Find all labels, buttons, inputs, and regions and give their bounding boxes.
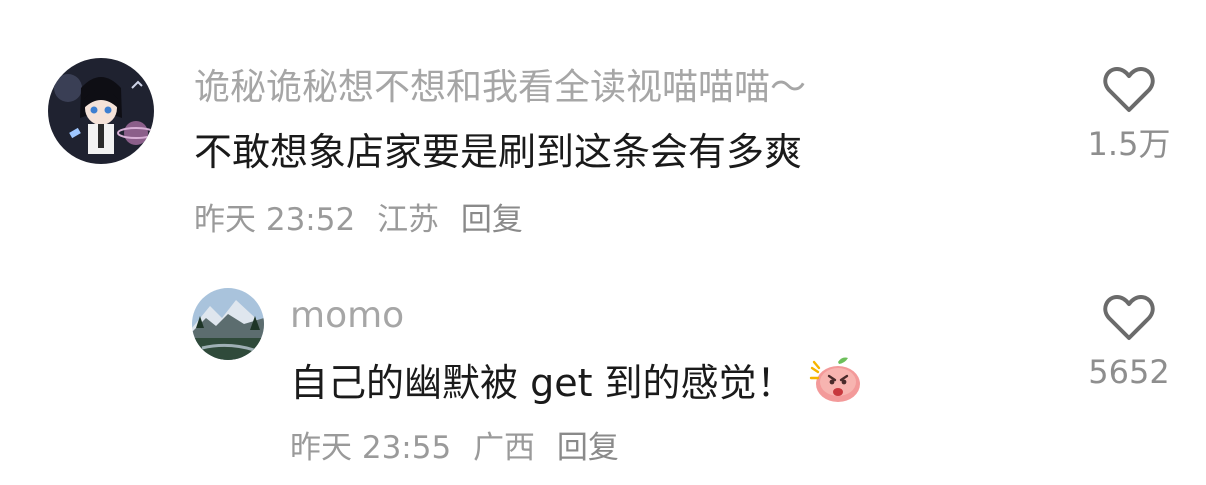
- comment-text: 自己的幽默被 get 到的感觉！: [290, 356, 863, 415]
- user-avatar[interactable]: [48, 58, 154, 164]
- comment-text-content: 自己的幽默被 get 到的感觉！: [290, 361, 795, 405]
- like-count: 5652: [1088, 353, 1170, 391]
- shocked-peach-emoji-icon: [809, 356, 863, 415]
- heart-icon: [1103, 295, 1155, 340]
- heart-icon: [1103, 67, 1155, 112]
- comment-item: 诡秘诡秘想不想和我看全读视喵喵喵～ 不敢想象店家要是刷到这条会有多爽 昨天 23…: [0, 0, 1206, 260]
- user-avatar[interactable]: [192, 288, 264, 360]
- reply-button[interactable]: 回复: [557, 430, 619, 466]
- anime-character-avatar-icon: [48, 58, 154, 164]
- comment-username[interactable]: momo: [290, 294, 404, 338]
- comment-location: 江苏: [377, 202, 440, 238]
- comment-text: 不敢想象店家要是刷到这条会有多爽: [194, 130, 803, 174]
- comment-time: 昨天 23:55: [290, 430, 452, 466]
- mountain-landscape-avatar-icon: [192, 288, 264, 360]
- comment-item: momo 自己的幽默被 get 到的感觉！ 昨天 23:55 广西 回复 565…: [0, 260, 1206, 485]
- comment-meta: 昨天 23:52 江苏 回复: [194, 200, 535, 240]
- comment-location: 广西: [473, 430, 536, 466]
- reply-button[interactable]: 回复: [461, 202, 523, 238]
- comment-username[interactable]: 诡秘诡秘想不想和我看全读视喵喵喵～: [194, 66, 806, 110]
- like-button[interactable]: 5652: [1074, 294, 1184, 392]
- like-button[interactable]: 1.5万: [1074, 66, 1184, 164]
- comment-meta: 昨天 23:55 广西 回复: [290, 428, 631, 468]
- like-count: 1.5万: [1087, 125, 1171, 163]
- comment-time: 昨天 23:52: [194, 202, 356, 238]
